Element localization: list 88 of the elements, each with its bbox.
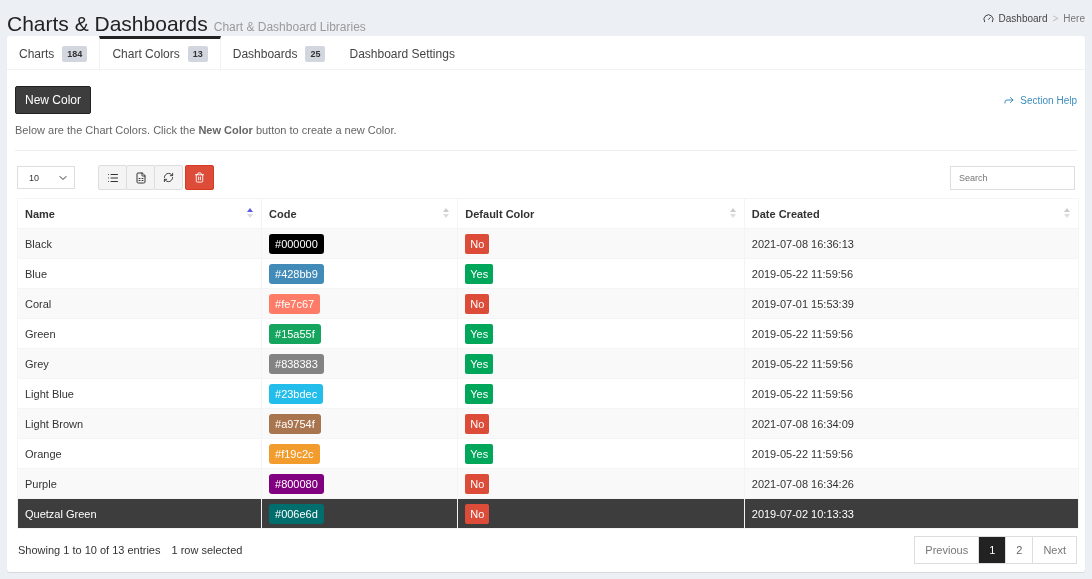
table-cell: 2019-05-22 11:59:56 [744, 438, 1079, 469]
default-status-tag: No [465, 233, 490, 254]
default-status-tag: No [465, 503, 490, 524]
delete-button[interactable] [185, 165, 214, 190]
table-row[interactable]: Light Brown #a9754f No 2021-07-08 16:34:09 [17, 408, 1079, 439]
table-cell: Light Brown [17, 408, 262, 439]
default-status-tag: Yes [465, 323, 494, 344]
tab[interactable]: Dashboard Settings [337, 36, 467, 69]
table-cell: 2021-07-08 16:34:26 [744, 468, 1079, 499]
default-status-tag: Yes [465, 443, 494, 464]
page-subtitle: Chart & Dashboard Libraries [213, 20, 366, 34]
default-status-tag: Yes [465, 383, 494, 404]
table-cell: Blue [17, 258, 262, 289]
table-cell: Grey [17, 348, 262, 379]
color-code-tag: #428bb9 [269, 263, 324, 284]
table-row[interactable]: Quetzal Green #006e6d No 2019-07-02 10:13:33 [17, 498, 1079, 529]
color-code-tag: #23bdec [269, 383, 324, 404]
color-code-tag: #800080 [269, 473, 324, 494]
table-row[interactable]: Blue #428bb9 Yes 2019-05-22 11:59:56 [17, 258, 1079, 289]
table-row[interactable]: Orange #f19c2c Yes 2019-05-22 11:59:56 [17, 438, 1079, 469]
excel-export-button[interactable] [126, 165, 155, 190]
selection-info: 1 row selected [171, 544, 243, 556]
color-code-tag: #838383 [269, 353, 324, 374]
default-status-tag: Yes [465, 263, 494, 284]
table-cell: Coral [17, 288, 262, 319]
table-cell: 2019-07-02 10:13:33 [744, 498, 1079, 529]
intro-text: Below are the Chart Colors. Click the New Color button to create a new Color. [15, 124, 1077, 151]
refresh-icon [163, 172, 174, 183]
count-badge: 13 [187, 46, 208, 62]
new-color-button[interactable]: New Color [15, 86, 91, 114]
page-button[interactable]: 2 [1005, 536, 1034, 564]
tab[interactable]: Chart Colors 13 [99, 36, 221, 69]
table-row[interactable]: Coral #fe7c67 No 2019-07-01 15:53:39 [17, 288, 1079, 319]
sort-icon[interactable] [247, 208, 253, 218]
column-header[interactable]: Name [17, 198, 262, 229]
column-header[interactable]: Code [261, 198, 458, 229]
table-cell: Purple [17, 468, 262, 499]
color-code-tag: #15a55f [269, 323, 321, 344]
breadcrumb-current: Here [1063, 12, 1085, 24]
color-code-tag: #006e6d [269, 503, 324, 524]
table-cell: 2019-05-22 11:59:56 [744, 318, 1079, 349]
page-size-select[interactable]: 10 [17, 166, 75, 189]
list-icon [106, 171, 119, 184]
table-row[interactable]: Grey #838383 Yes 2019-05-22 11:59:56 [17, 348, 1079, 379]
table-row[interactable]: Light Blue #23bdec Yes 2019-05-22 11:59:56 [17, 378, 1079, 409]
entries-info: Showing 1 to 10 of 13 entries [18, 544, 161, 556]
default-status-tag: Yes [465, 353, 494, 374]
breadcrumb-separator: > [1052, 12, 1059, 24]
table-cell: Quetzal Green [17, 498, 262, 529]
pagination-link[interactable]: Previous [914, 536, 980, 564]
table-cell: 2021-07-08 16:34:09 [744, 408, 1079, 439]
table-cell: 2019-07-01 15:53:39 [744, 288, 1079, 319]
table-cell: Light Blue [17, 378, 262, 409]
table-row[interactable]: Purple #800080 No 2021-07-08 16:34:26 [17, 468, 1079, 499]
table-cell: Orange [17, 438, 262, 469]
default-status-tag: No [465, 293, 490, 314]
trash-icon [194, 172, 205, 183]
column-header[interactable]: Default Color [457, 198, 745, 229]
color-code-tag: #a9754f [269, 413, 321, 434]
table-cell: Black [17, 228, 262, 259]
default-status-tag: No [465, 413, 490, 434]
tab[interactable]: Dashboards 25 [220, 36, 338, 69]
table-row[interactable]: Black #000000 No 2021-07-08 16:36:13 [17, 228, 1079, 259]
table-cell: Green [17, 318, 262, 349]
section-help-link[interactable]: Section Help [1003, 94, 1077, 106]
count-badge: 184 [62, 46, 88, 62]
table-row[interactable]: Green #15a55f Yes 2019-05-22 11:59:56 [17, 318, 1079, 349]
table-cell: 2019-05-22 11:59:56 [744, 348, 1079, 379]
color-code-tag: #f19c2c [269, 443, 320, 464]
color-code-tag: #000000 [269, 233, 324, 254]
table-cell: 2019-05-22 11:59:56 [744, 258, 1079, 289]
default-status-tag: No [465, 473, 490, 494]
refresh-button[interactable] [154, 165, 183, 190]
color-code-tag: #fe7c67 [269, 293, 321, 314]
forward-arrow-icon [1003, 94, 1016, 106]
pagination-link[interactable]: Next [1032, 536, 1077, 564]
list-button[interactable] [98, 165, 127, 190]
breadcrumb-link[interactable]: Dashboard [998, 12, 1048, 24]
column-header[interactable]: Date Created [744, 198, 1079, 229]
spreadsheet-file-icon [134, 171, 147, 184]
count-badge: 25 [305, 46, 326, 62]
search-field[interactable]: Search [950, 165, 1075, 190]
page-title: Charts & Dashboards [7, 12, 208, 35]
gauge-icon [982, 12, 994, 24]
page-button[interactable]: 1 [978, 536, 1007, 564]
table-cell: 2019-05-22 11:59:56 [744, 378, 1079, 409]
table-cell: 2021-07-08 16:36:13 [744, 228, 1079, 259]
tab[interactable]: Charts 184 [7, 36, 100, 69]
